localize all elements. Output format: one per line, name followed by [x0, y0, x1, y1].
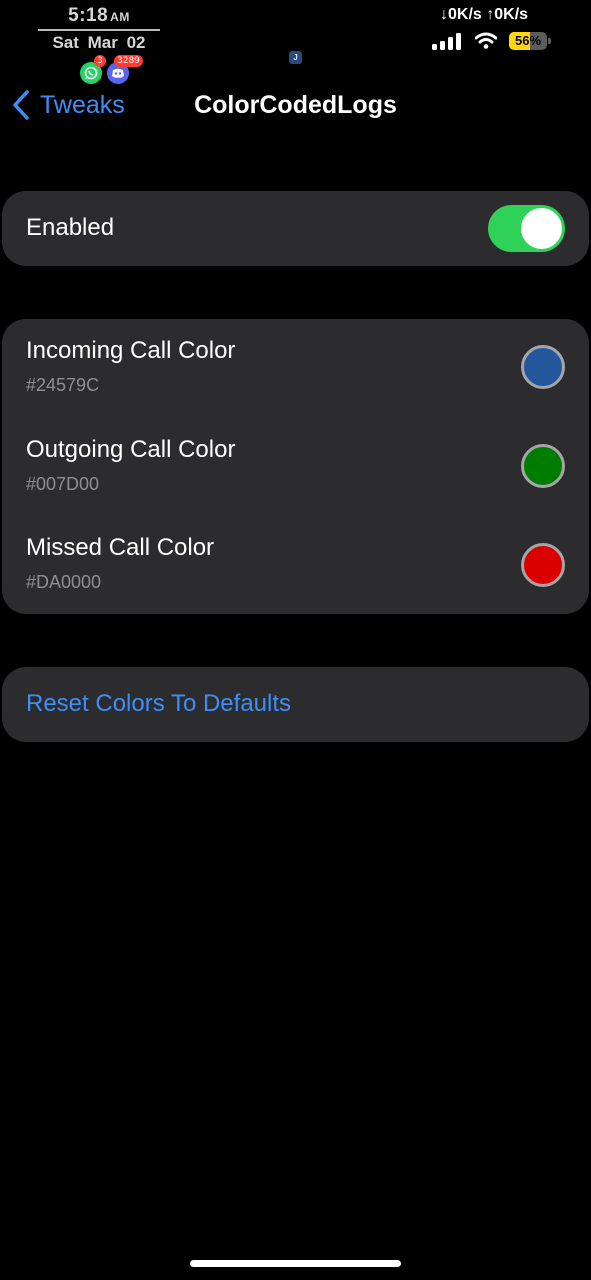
enabled-toggle[interactable] [488, 205, 565, 252]
battery-cap [548, 38, 551, 44]
enabled-group: Enabled [2, 191, 589, 266]
incoming-call-color-label: Incoming Call Color [26, 337, 236, 364]
status-divider [38, 29, 160, 31]
home-indicator[interactable] [190, 1260, 401, 1267]
notification-icons: 3 3289 [80, 55, 143, 86]
status-time-block: 5:18 AM Sat Mar 02 [38, 5, 160, 53]
reset-group: Reset Colors To Defaults [2, 667, 589, 742]
missed-call-color-hex: #DA0000 [26, 572, 102, 592]
whatsapp-badge: 3 [94, 55, 106, 67]
network-speed: ↓0K/s ↑0K/s [440, 6, 529, 23]
status-icons: 56% [432, 29, 562, 51]
battery-percent: 56% [514, 33, 542, 48]
call-colors-group: Incoming Call Color #24579C Outgoing Cal… [2, 319, 589, 614]
page-title: ColorCodedLogs [194, 91, 397, 119]
status-time: 5:18 AM [68, 5, 130, 26]
battery-icon: 56% [509, 32, 547, 50]
outgoing-call-color-label: Outgoing Call Color [26, 436, 236, 463]
incoming-call-color-swatch[interactable] [521, 345, 565, 389]
outgoing-call-color-swatch[interactable] [521, 444, 565, 488]
discord-badge: 3289 [114, 55, 143, 67]
enabled-label: Enabled [26, 214, 115, 241]
missed-call-color-label: Missed Call Color [26, 534, 215, 561]
app-indicator-icon: J [289, 51, 302, 64]
status-right-block: ↓0K/s ↑0K/s 56% [432, 5, 562, 50]
cellular-signal-icon [432, 33, 461, 50]
outgoing-call-color-hex: #007D00 [26, 474, 100, 494]
wifi-icon [475, 32, 497, 49]
toggle-knob [521, 208, 562, 249]
reset-colors-button[interactable]: Reset Colors To Defaults [26, 689, 291, 719]
status-date: Sat Mar 02 [52, 33, 146, 52]
missed-call-color-swatch[interactable] [521, 543, 565, 587]
incoming-call-color-hex: #24579C [26, 375, 100, 395]
